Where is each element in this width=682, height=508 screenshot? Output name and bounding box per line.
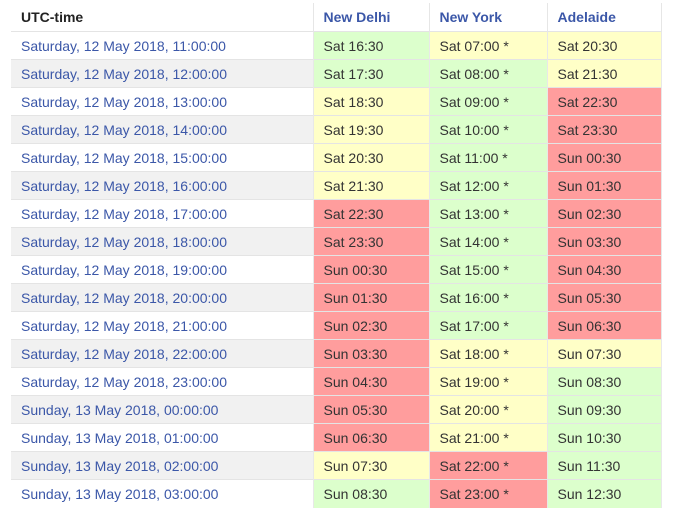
utc-time-cell[interactable]: Saturday, 12 May 2018, 11:00:00: [11, 31, 314, 60]
utc-time-cell[interactable]: Saturday, 12 May 2018, 15:00:00: [11, 143, 314, 172]
utc-time-cell[interactable]: Sunday, 13 May 2018, 02:00:00: [11, 451, 314, 480]
utc-time-cell[interactable]: Sunday, 13 May 2018, 01:00:00: [11, 423, 314, 452]
time-cell-new-delhi: Sat 22:30: [313, 199, 430, 228]
time-cell-new-york: Sat 22:00 *: [429, 451, 548, 480]
time-cell-new-york: Sat 12:00 *: [429, 171, 548, 200]
table-row: Saturday, 12 May 2018, 19:00:00 Sun 00:30…: [11, 255, 662, 284]
time-cell-new-delhi: Sun 04:30: [313, 367, 430, 396]
time-cell-new-delhi: Sat 19:30: [313, 115, 430, 144]
utc-time-cell[interactable]: Saturday, 12 May 2018, 21:00:00: [11, 311, 314, 340]
time-cell-new-delhi: Sun 00:30: [313, 255, 430, 284]
time-cell-new-york: Sat 14:00 *: [429, 227, 548, 256]
time-cell-new-delhi: Sun 02:30: [313, 311, 430, 340]
time-cell-adelaide: Sun 09:30: [547, 395, 662, 424]
time-cell-new-york: Sat 15:00 *: [429, 255, 548, 284]
time-cell-adelaide: Sun 02:30: [547, 199, 662, 228]
time-cell-new-york: Sat 17:00 *: [429, 311, 548, 340]
time-cell-new-york: Sat 23:00 *: [429, 479, 548, 508]
time-cell-adelaide: Sun 10:30: [547, 423, 662, 452]
time-cell-new-york: Sat 19:00 *: [429, 367, 548, 396]
time-cell-adelaide: Sun 00:30: [547, 143, 662, 172]
utc-time-cell[interactable]: Saturday, 12 May 2018, 17:00:00: [11, 199, 314, 228]
time-cell-adelaide: Sun 03:30: [547, 227, 662, 256]
table-row: Saturday, 12 May 2018, 11:00:00 Sat 16:30…: [11, 31, 662, 60]
table-header: UTC-time New Delhi New York Adelaide: [11, 3, 662, 32]
time-cell-new-delhi: Sun 08:30: [313, 479, 430, 508]
table-row: Saturday, 12 May 2018, 13:00:00 Sat 18:30…: [11, 87, 662, 116]
utc-time-cell[interactable]: Saturday, 12 May 2018, 12:00:00: [11, 59, 314, 88]
table-row: Saturday, 12 May 2018, 23:00:00 Sun 04:30…: [11, 367, 662, 396]
city-header-adelaide[interactable]: Adelaide: [547, 3, 662, 32]
time-cell-adelaide: Sat 23:30: [547, 115, 662, 144]
time-cell-new-delhi: Sun 07:30: [313, 451, 430, 480]
time-cell-adelaide: Sun 12:30: [547, 479, 662, 508]
table-row: Saturday, 12 May 2018, 16:00:00 Sat 21:30…: [11, 171, 662, 200]
utc-time-cell[interactable]: Saturday, 12 May 2018, 18:00:00: [11, 227, 314, 256]
table-row: Sunday, 13 May 2018, 00:00:00 Sun 05:30 Sa…: [11, 395, 662, 424]
time-cell-adelaide: Sat 21:30: [547, 59, 662, 88]
table-row: Sunday, 13 May 2018, 02:00:00 Sun 07:30 Sa…: [11, 451, 662, 480]
table-row: Sunday, 13 May 2018, 01:00:00 Sun 06:30 Sa…: [11, 423, 662, 452]
time-cell-adelaide: Sun 04:30: [547, 255, 662, 284]
time-cell-new-york: Sat 20:00 *: [429, 395, 548, 424]
time-cell-new-york: Sat 18:00 *: [429, 339, 548, 368]
table-row: Saturday, 12 May 2018, 14:00:00 Sat 19:30…: [11, 115, 662, 144]
time-cell-new-york: Sat 09:00 *: [429, 87, 548, 116]
time-cell-new-delhi: Sat 21:30: [313, 171, 430, 200]
utc-time-cell[interactable]: Saturday, 12 May 2018, 13:00:00: [11, 87, 314, 116]
time-cell-adelaide: Sat 22:30: [547, 87, 662, 116]
city-header-new-delhi[interactable]: New Delhi: [313, 3, 430, 32]
utc-time-cell[interactable]: Sunday, 13 May 2018, 00:00:00: [11, 395, 314, 424]
time-cell-new-york: Sat 07:00 *: [429, 31, 548, 60]
table-row: Saturday, 12 May 2018, 15:00:00 Sat 20:30…: [11, 143, 662, 172]
table-row: Saturday, 12 May 2018, 20:00:00 Sun 01:30…: [11, 283, 662, 312]
time-cell-adelaide: Sun 05:30: [547, 283, 662, 312]
time-cell-new-delhi: Sun 05:30: [313, 395, 430, 424]
table-body: Saturday, 12 May 2018, 11:00:00 Sat 16:30…: [11, 31, 662, 508]
table-row: Saturday, 12 May 2018, 22:00:00 Sun 03:30…: [11, 339, 662, 368]
table-row: Saturday, 12 May 2018, 21:00:00 Sun 02:30…: [11, 311, 662, 340]
table-row: Saturday, 12 May 2018, 17:00:00 Sat 22:30…: [11, 199, 662, 228]
time-cell-new-delhi: Sat 23:30: [313, 227, 430, 256]
time-cell-new-delhi: Sat 17:30: [313, 59, 430, 88]
time-cell-new-delhi: Sat 18:30: [313, 87, 430, 116]
time-cell-new-delhi: Sat 20:30: [313, 143, 430, 172]
table-row: Saturday, 12 May 2018, 12:00:00 Sat 17:30…: [11, 59, 662, 88]
time-cell-adelaide: Sun 08:30: [547, 367, 662, 396]
utc-time-cell[interactable]: Saturday, 12 May 2018, 19:00:00: [11, 255, 314, 284]
time-cell-adelaide: Sun 07:30: [547, 339, 662, 368]
time-cell-new-york: Sat 10:00 *: [429, 115, 548, 144]
utc-time-cell[interactable]: Saturday, 12 May 2018, 14:00:00: [11, 115, 314, 144]
time-cell-new-york: Sat 11:00 *: [429, 143, 548, 172]
time-cell-new-york: Sat 13:00 *: [429, 199, 548, 228]
timezone-comparison-table: UTC-time New Delhi New York Adelaide Sat…: [11, 3, 662, 508]
time-cell-adelaide: Sat 20:30: [547, 31, 662, 60]
time-cell-new-york: Sat 08:00 *: [429, 59, 548, 88]
utc-time-cell[interactable]: Saturday, 12 May 2018, 23:00:00: [11, 367, 314, 396]
utc-time-header: UTC-time: [11, 3, 314, 32]
time-cell-new-york: Sat 21:00 *: [429, 423, 548, 452]
time-cell-new-delhi: Sat 16:30: [313, 31, 430, 60]
header-row: UTC-time New Delhi New York Adelaide: [11, 3, 662, 32]
utc-time-cell[interactable]: Saturday, 12 May 2018, 20:00:00: [11, 283, 314, 312]
time-cell-new-delhi: Sun 06:30: [313, 423, 430, 452]
utc-time-cell[interactable]: Saturday, 12 May 2018, 16:00:00: [11, 171, 314, 200]
utc-time-cell[interactable]: Sunday, 13 May 2018, 03:00:00: [11, 479, 314, 508]
time-cell-new-york: Sat 16:00 *: [429, 283, 548, 312]
utc-time-cell[interactable]: Saturday, 12 May 2018, 22:00:00: [11, 339, 314, 368]
table-row: Saturday, 12 May 2018, 18:00:00 Sat 23:30…: [11, 227, 662, 256]
time-cell-adelaide: Sun 11:30: [547, 451, 662, 480]
time-cell-adelaide: Sun 06:30: [547, 311, 662, 340]
time-cell-new-delhi: Sun 01:30: [313, 283, 430, 312]
time-cell-new-delhi: Sun 03:30: [313, 339, 430, 368]
table-row: Sunday, 13 May 2018, 03:00:00 Sun 08:30 Sa…: [11, 479, 662, 508]
city-header-new-york[interactable]: New York: [429, 3, 548, 32]
time-cell-adelaide: Sun 01:30: [547, 171, 662, 200]
